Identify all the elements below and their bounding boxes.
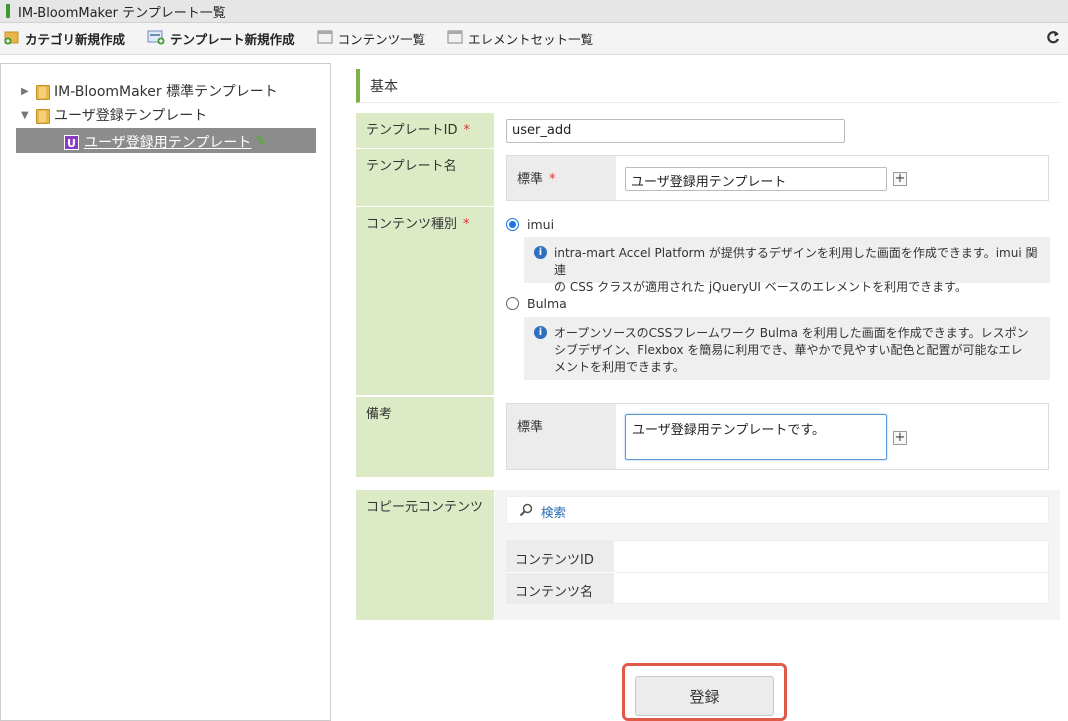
radio-unselected-icon xyxy=(506,297,519,310)
tree-item-selected-template[interactable]: U ユーザ登録用テンプレート ✎ xyxy=(16,128,316,153)
register-label: 登録 xyxy=(689,687,720,706)
imui-description-line2: の CSS クラスが適用された jQueryUI ベースのエレメントを利用できま… xyxy=(554,280,967,294)
template-id-input[interactable]: user_add xyxy=(506,119,845,143)
template-name-input[interactable]: ユーザ登録用テンプレート xyxy=(625,167,887,191)
list-window-icon xyxy=(447,30,463,47)
user-template-badge-icon: U xyxy=(64,134,79,150)
content-type-bulma-radio[interactable]: Bulma xyxy=(506,296,567,311)
tree-item-user-registration[interactable]: ▼ ユーザ登録テンプレート xyxy=(21,105,207,125)
magnifier-icon xyxy=(519,503,533,520)
tree-item-label: ユーザ登録テンプレート xyxy=(54,108,208,124)
add-template-icon xyxy=(147,29,165,48)
template-form-pane: 基本 テンプレートID * user_add テンプレート名 標準 * ユーザ登録用… xyxy=(340,63,1068,721)
row-divider xyxy=(615,572,1048,573)
imui-description-line1: intra-mart Accel Platform が提供するデザインを利用した… xyxy=(554,246,1038,277)
tree-item-standard-template[interactable]: ▶ IM-BloomMaker 標準テンプレート xyxy=(21,81,278,101)
copy-source-label: コピー元コンテンツ xyxy=(366,500,484,515)
toolbar: カテゴリ新規作成 テンプレート新規作成 コンテンツ一覧 エレメントセット一覧 xyxy=(0,23,1068,55)
template-name-label: テンプレート名 xyxy=(366,159,457,174)
section-title: 基本 xyxy=(370,78,398,95)
radio-selected-icon xyxy=(506,218,519,231)
add-folder-icon xyxy=(4,29,20,48)
remarks-label: 備考 xyxy=(366,407,393,422)
remarks-value-cell: 標準 ユーザ登録用テンプレートです。 + xyxy=(495,397,1060,477)
remarks-locale-table: 標準 ユーザ登録用テンプレートです。 + xyxy=(506,403,1049,470)
content-list-label: コンテンツ一覧 xyxy=(337,32,426,47)
tree-item-label: ユーザ登録用テンプレート xyxy=(84,135,252,151)
content-id-label-cell: コンテンツID xyxy=(507,541,614,572)
locale-label: 標準 xyxy=(517,420,544,435)
bulma-info-box: i オープンソースのCSSフレームワーク Bulma を利用した画面を作成できま… xyxy=(524,317,1050,380)
content-list-button[interactable]: コンテンツ一覧 xyxy=(317,29,426,48)
locale-label-cell: 標準 * xyxy=(507,156,616,200)
element-set-list-button[interactable]: エレメントセット一覧 xyxy=(447,29,593,48)
template-name-locale-table: 標準 * ユーザ登録用テンプレート + xyxy=(506,155,1049,201)
new-category-label: カテゴリ新規作成 xyxy=(25,32,126,47)
imui-info-box: i intra-mart Accel Platform が提供するデザインを利用… xyxy=(524,237,1050,294)
content-type-label: コンテンツ種別 xyxy=(366,217,458,232)
new-template-label: テンプレート新規作成 xyxy=(170,32,295,47)
radio-label: Bulma xyxy=(527,296,567,311)
folder-icon xyxy=(35,84,50,100)
template-id-label-cell: テンプレートID * xyxy=(356,113,494,148)
required-mark: * xyxy=(463,123,470,138)
info-icon: i xyxy=(534,246,547,259)
required-mark: * xyxy=(463,217,470,232)
search-label: 検索 xyxy=(541,505,567,520)
search-button[interactable]: 検索 xyxy=(519,502,566,521)
window-titlebar: IM-BloomMaker テンプレート一覧 xyxy=(0,0,1068,23)
remarks-textarea[interactable]: ユーザ登録用テンプレートです。 xyxy=(625,414,887,460)
locale-label: 標準 xyxy=(517,172,544,187)
content-name-label-cell: コンテンツ名 xyxy=(507,573,614,604)
content-type-value-cell: imui i intra-mart Accel Platform が提供するデザ… xyxy=(495,207,1060,395)
tree-item-label: IM-BloomMaker 標準テンプレート xyxy=(54,84,278,100)
app-mark-icon xyxy=(6,4,10,18)
window-title: IM-BloomMaker テンプレート一覧 xyxy=(18,5,226,21)
bulma-description-line3: メントを利用できます。 xyxy=(554,360,685,374)
search-row xyxy=(506,496,1049,524)
element-set-list-label: エレメントセット一覧 xyxy=(468,32,594,47)
copy-source-label-cell: コピー元コンテンツ xyxy=(356,490,494,620)
bulma-description-line2: シブデザイン、Flexbox を簡易に利用でき、華やかで見やすい配色と配置が可能… xyxy=(554,343,1023,357)
remarks-label-cell: 備考 xyxy=(356,397,494,477)
content-type-label-cell: コンテンツ種別 * xyxy=(356,207,494,395)
locale-label-cell: 標準 xyxy=(507,404,616,469)
folder-icon xyxy=(35,108,50,124)
copy-source-value-cell: 検索 コンテンツID コンテンツ名 xyxy=(495,490,1060,620)
radio-label: imui xyxy=(527,217,555,232)
add-locale-button[interactable]: + xyxy=(893,431,907,445)
template-id-value-cell: user_add xyxy=(495,113,1060,148)
register-highlight: 登録 xyxy=(622,663,787,721)
template-id-label: テンプレートID xyxy=(366,123,458,138)
content-id-label: コンテンツID xyxy=(515,553,594,568)
add-locale-button[interactable]: + xyxy=(893,172,907,186)
new-template-button[interactable]: テンプレート新規作成 xyxy=(147,29,295,48)
required-mark: * xyxy=(549,172,556,187)
refresh-icon[interactable] xyxy=(1046,29,1060,48)
content-type-imui-radio[interactable]: imui xyxy=(506,217,554,232)
template-name-label-cell: テンプレート名 xyxy=(356,149,494,206)
template-tree-pane: ▶ IM-BloomMaker 標準テンプレート ▼ ユーザ登録テンプレート U… xyxy=(0,63,331,721)
new-category-button[interactable]: カテゴリ新規作成 xyxy=(4,29,125,48)
list-window-icon xyxy=(317,30,333,47)
section-header: 基本 xyxy=(356,69,1060,103)
expand-arrow-icon[interactable]: ▶ xyxy=(21,86,35,97)
register-button[interactable]: 登録 xyxy=(635,676,774,716)
info-icon: i xyxy=(534,326,547,339)
content-name-label: コンテンツ名 xyxy=(515,585,594,600)
bulma-description-line1: オープンソースのCSSフレームワーク Bulma を利用した画面を作成できます。… xyxy=(554,326,1029,340)
pencil-icon: ✎ xyxy=(255,134,268,150)
template-name-value-cell: 標準 * ユーザ登録用テンプレート + xyxy=(495,149,1060,206)
copy-source-info-table: コンテンツID コンテンツ名 xyxy=(506,540,1049,604)
collapse-arrow-icon[interactable]: ▼ xyxy=(21,110,35,121)
